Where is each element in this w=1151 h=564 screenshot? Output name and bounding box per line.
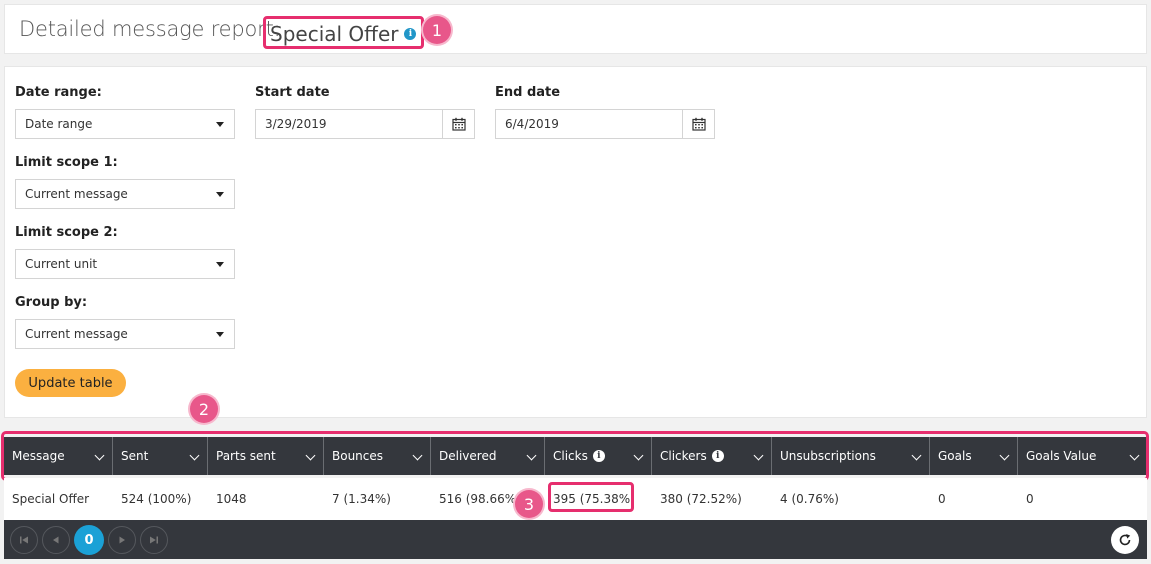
start-date-label: Start date [255,85,330,100]
calendar-icon [691,117,706,131]
last-page-button[interactable] [140,526,168,554]
calendar-icon [451,117,466,131]
info-icon[interactable]: i [404,27,417,40]
end-date-field[interactable]: 6/4/2019 [495,109,715,139]
group-by-value: Current message [25,327,128,341]
last-page-icon [150,536,158,544]
table-pager: 0 [4,520,1147,559]
next-page-icon [119,536,125,544]
dropdown-caret-icon [216,122,224,127]
current-page-indicator[interactable]: 0 [74,525,104,555]
refresh-button[interactable] [1111,526,1139,554]
cell-message: Special Offer [12,492,90,506]
end-date-label: End date [495,85,561,100]
limit-scope-2-select[interactable]: Current unit [15,249,235,279]
annotation-badge-2: 2 [190,395,218,423]
date-range-label: Date range: [15,85,102,100]
cell-unsubscriptions: 4 (0.76%) [780,492,839,506]
cell-goals: 0 [938,492,946,506]
cell-goals-value: 0 [1026,492,1034,506]
group-by-select[interactable]: Current message [15,319,235,349]
clicks-value-highlight [548,482,634,512]
refresh-icon [1119,534,1131,546]
filter-panel: Date range: Date range Start date 3/29/2… [4,66,1147,418]
first-page-icon [20,536,28,544]
date-range-value: Date range [25,117,93,131]
prev-page-button[interactable] [42,526,70,554]
limit-scope-1-value: Current message [25,187,128,201]
report-title-bar: Detailed message report: Special Offer i [4,4,1147,54]
cell-clickers: 380 (72.52%) [660,492,742,506]
date-range-select[interactable]: Date range [15,109,235,139]
cell-bounces: 7 (1.34%) [332,492,391,506]
end-date-value: 6/4/2019 [505,117,559,131]
start-date-field[interactable]: 3/29/2019 [255,109,475,139]
prev-page-icon [53,536,59,544]
column-header-highlight [1,431,1149,481]
update-table-button[interactable]: Update table [15,369,126,397]
limit-scope-1-label: Limit scope 1: [15,155,118,170]
annotation-badge-3: 3 [515,490,543,518]
message-name: Special Offer [270,21,399,46]
group-by-label: Group by: [15,295,88,310]
cell-parts-sent: 1048 [216,492,247,506]
limit-scope-2-value: Current unit [25,257,98,271]
start-date-value: 3/29/2019 [265,117,327,131]
limit-scope-1-select[interactable]: Current message [15,179,235,209]
limit-scope-2-label: Limit scope 2: [15,225,118,240]
end-date-calendar-button[interactable] [682,110,714,138]
message-name-highlight: Special Offer i [263,16,425,49]
page-title: Detailed message report: [19,17,281,41]
first-page-button[interactable] [10,526,38,554]
annotation-badge-1: 1 [423,16,451,44]
cell-sent: 524 (100%) [121,492,192,506]
dropdown-caret-icon [216,192,224,197]
dropdown-caret-icon [216,262,224,267]
dropdown-caret-icon [216,332,224,337]
next-page-button[interactable] [108,526,136,554]
start-date-calendar-button[interactable] [442,110,474,138]
